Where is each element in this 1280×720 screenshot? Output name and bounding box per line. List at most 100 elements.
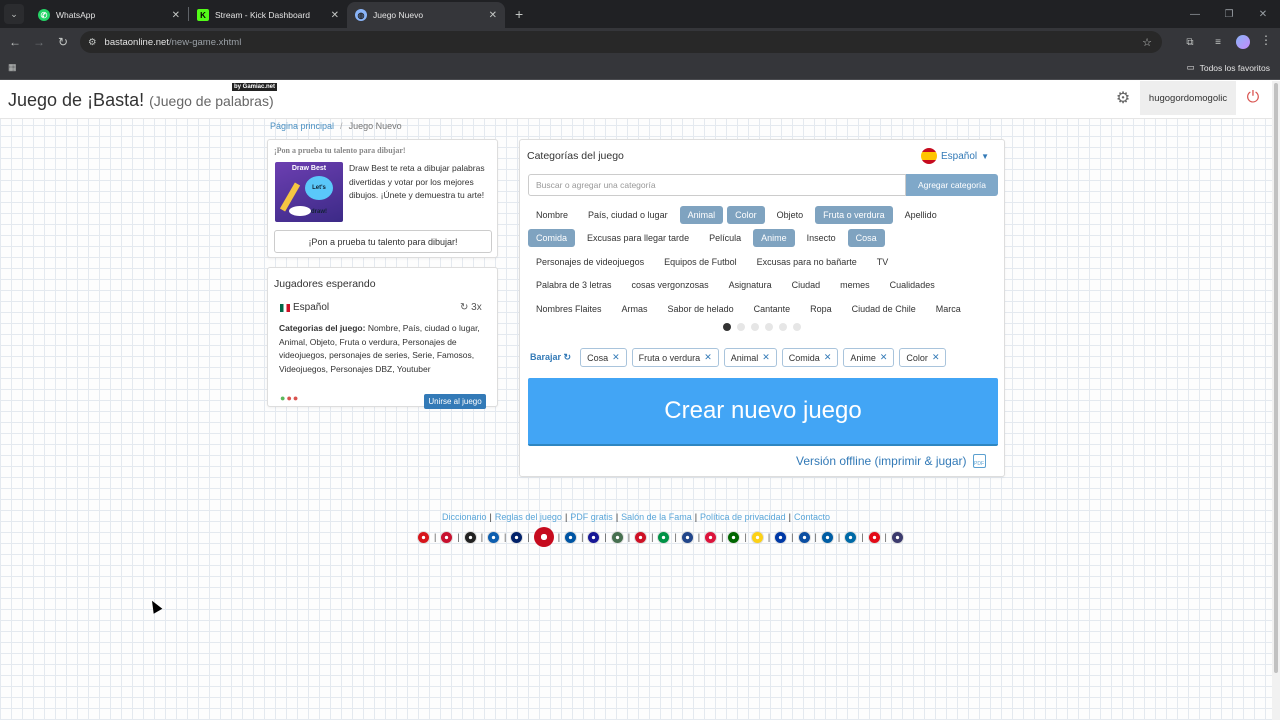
remove-category-icon[interactable]: ✕	[880, 352, 888, 363]
footer-link[interactable]: Política de privacidad	[700, 512, 786, 522]
pagination-dot[interactable]	[765, 323, 773, 331]
slovenian-flag-icon[interactable]	[820, 530, 834, 544]
category-chip[interactable]: TV	[869, 253, 897, 271]
category-chip[interactable]: Nombre	[528, 206, 576, 224]
category-chip[interactable]: Equipos de Futbol	[656, 253, 745, 271]
croatian-flag-icon[interactable]	[587, 530, 601, 544]
chrome-menu-icon[interactable]: ⋮	[1260, 33, 1272, 47]
category-chip[interactable]: Insecto	[799, 229, 844, 247]
swedish-flag-icon[interactable]	[844, 530, 858, 544]
footer-link[interactable]: Contacto	[794, 512, 830, 522]
spanish-flag-icon[interactable]	[533, 527, 554, 547]
pagination-dot[interactable]	[779, 323, 787, 331]
greek-flag-icon[interactable]	[487, 530, 501, 544]
category-chip[interactable]: Asignatura	[721, 276, 780, 294]
category-chip[interactable]: Cualidades	[882, 276, 943, 294]
category-chip[interactable]: Ropa	[802, 300, 840, 318]
back-icon[interactable]: ←	[3, 30, 27, 54]
breadcrumb-home-link[interactable]: Página principal	[270, 121, 334, 131]
category-chip[interactable]: Película	[701, 229, 749, 247]
category-chip[interactable]: Ciudad de Chile	[844, 300, 924, 318]
category-chip[interactable]: Personajes de videojuegos	[528, 253, 652, 271]
category-chip[interactable]: Fruta o verdura	[815, 205, 893, 224]
category-chip[interactable]: Excusas para llegar tarde	[579, 229, 697, 247]
create-game-button[interactable]: Crear nuevo juego	[528, 378, 998, 446]
all-bookmarks-folder[interactable]: ▭ Todos los favoritos	[1187, 62, 1270, 73]
french-flag-icon[interactable]	[564, 530, 578, 544]
russian-flag-icon[interactable]	[774, 530, 788, 544]
pagination-dot[interactable]	[793, 323, 801, 331]
category-chip[interactable]: Cantante	[746, 300, 799, 318]
american-flag-icon[interactable]	[890, 530, 904, 544]
category-chip[interactable]: Nombres Flaites	[528, 300, 610, 318]
new-tab-icon[interactable]: +	[515, 6, 523, 22]
footer-link[interactable]: Salón de la Fama	[621, 512, 692, 522]
close-window-icon[interactable]: ✕	[1246, 0, 1280, 28]
minimize-icon[interactable]: —	[1178, 0, 1212, 28]
username-button[interactable]: hugogordomogolic	[1140, 81, 1236, 115]
tab-search-icon[interactable]: ⌄	[4, 4, 24, 24]
apps-grid-icon[interactable]: ▦	[8, 62, 17, 73]
category-chip[interactable]: Palabra de 3 letras	[528, 276, 620, 294]
czech-flag-icon[interactable]	[417, 530, 430, 544]
draw-best-image[interactable]: Draw Best Let's draw!	[275, 162, 343, 222]
german-flag-icon[interactable]	[463, 530, 477, 544]
indonesian-flag-icon[interactable]	[634, 530, 648, 544]
category-chip[interactable]: Comida	[528, 229, 576, 248]
english-flag-icon[interactable]	[510, 530, 524, 544]
close-tab-icon[interactable]: ✕	[172, 10, 180, 21]
add-category-button[interactable]: Agregar categoría	[906, 174, 998, 196]
category-chip[interactable]: Apellido	[897, 206, 945, 224]
turkish-flag-icon[interactable]	[867, 530, 881, 544]
reload-icon[interactable]: ↻	[51, 30, 75, 54]
romanian-flag-icon[interactable]	[750, 530, 764, 544]
footer-link[interactable]: Reglas del juego	[495, 512, 562, 522]
remove-category-icon[interactable]: ✕	[762, 352, 770, 363]
category-chip[interactable]: Color	[727, 205, 765, 224]
slovak-flag-icon[interactable]	[797, 530, 811, 544]
tab-whatsapp[interactable]: ✆ WhatsApp ✕	[30, 2, 188, 28]
media-icon[interactable]: ≡	[1208, 31, 1228, 53]
footer-link[interactable]: Diccionario	[442, 512, 487, 522]
site-info-icon[interactable]: ⚙	[88, 37, 97, 48]
close-tab-icon[interactable]: ✕	[489, 10, 497, 21]
tab-juego-nuevo[interactable]: ◍ Juego Nuevo ✕	[347, 2, 505, 28]
category-chip[interactable]: País, ciudad o lugar	[580, 206, 676, 224]
category-chip[interactable]: Cosa	[847, 229, 885, 248]
forward-icon[interactable]: →	[27, 30, 51, 54]
category-chip[interactable]: Animal	[679, 205, 724, 224]
gear-icon[interactable]: ⚙	[1114, 90, 1132, 108]
page-scrollbar[interactable]	[1272, 81, 1280, 720]
category-chip[interactable]: memes	[832, 276, 878, 294]
tab-kick[interactable]: K Stream - Kick Dashboard ✕	[189, 2, 347, 28]
category-chip[interactable]: Marca	[928, 300, 969, 318]
language-select[interactable]: Español ▼	[921, 148, 989, 164]
logout-icon[interactable]: ⏻	[1244, 89, 1262, 107]
polish-flag-icon[interactable]	[704, 530, 718, 544]
category-chip[interactable]: Ciudad	[784, 276, 829, 294]
hungarian-flag-icon[interactable]	[610, 530, 624, 544]
remove-category-icon[interactable]: ✕	[612, 352, 620, 363]
maximize-icon[interactable]: ❐	[1212, 0, 1246, 28]
offline-version-link[interactable]: Versión offline (imprimir & jugar) PDF	[796, 454, 986, 468]
pagination-dot[interactable]	[751, 323, 759, 331]
shuffle-button[interactable]: Barajar ↻	[530, 352, 571, 363]
remove-category-icon[interactable]: ✕	[824, 352, 832, 363]
pagination-dot[interactable]	[737, 323, 745, 331]
category-chip[interactable]: Sabor de helado	[660, 300, 742, 318]
remove-category-icon[interactable]: ✕	[704, 352, 712, 363]
extensions-icon[interactable]: ⧉	[1180, 31, 1200, 53]
close-tab-icon[interactable]: ✕	[331, 10, 339, 21]
italian-flag-icon[interactable]	[657, 530, 671, 544]
footer-link[interactable]: PDF gratis	[570, 512, 613, 522]
promo-button[interactable]: ¡Pon a prueba tu talento para dibujar!	[274, 230, 492, 253]
site-title[interactable]: Juego de ¡Basta! (Juego de palabras)	[8, 90, 274, 111]
address-bar[interactable]: ⚙ bastaonline.net/new-game.xhtml ☆	[80, 31, 1162, 53]
category-chip[interactable]: Excusas para no bañarte	[749, 253, 865, 271]
gamiac-badge[interactable]: by Gamiac.net	[232, 83, 278, 91]
category-chip[interactable]: Armas	[614, 300, 656, 318]
bookmark-star-icon[interactable]: ☆	[1142, 36, 1152, 49]
category-chip[interactable]: cosas vergonzosas	[624, 276, 717, 294]
portuguese-flag-icon[interactable]	[727, 530, 741, 544]
join-game-button[interactable]: Unirse al juego	[424, 394, 486, 409]
